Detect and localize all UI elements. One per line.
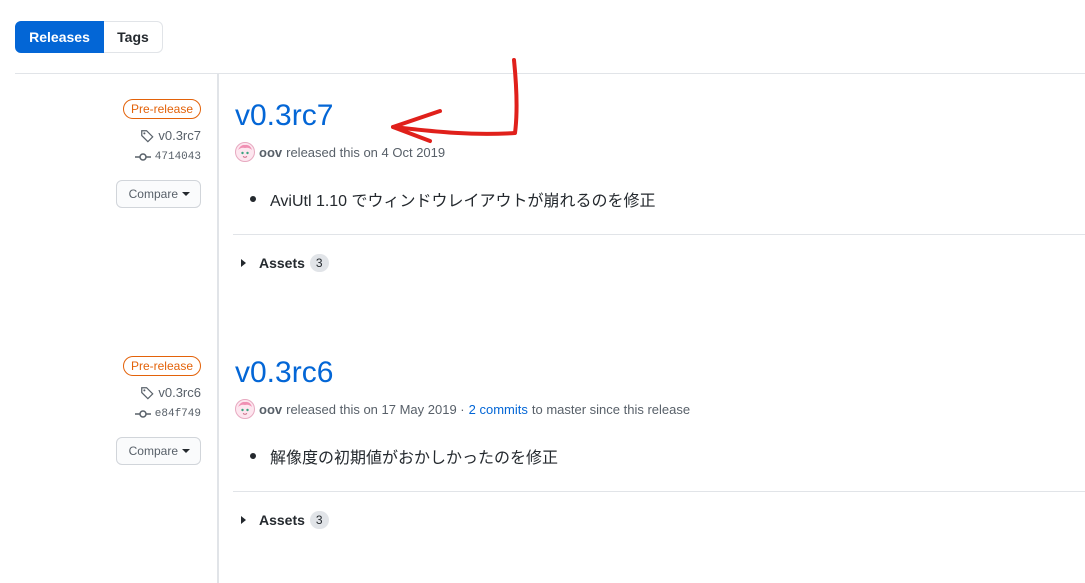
release-divider [233, 491, 1085, 492]
author-link[interactable]: oov [259, 402, 282, 417]
commits-link[interactable]: 2 commits [469, 402, 528, 417]
annotation-arrow-head [391, 109, 442, 143]
bullet-icon [250, 453, 256, 459]
caret-down-icon [182, 192, 190, 196]
release-note: 解像度の初期値がおかしかったのを修正 [250, 444, 558, 468]
annotation-arrow-stroke [391, 58, 519, 136]
prerelease-badge: Pre-release [122, 99, 201, 119]
caret-down-icon [182, 449, 190, 453]
commit-sha: e84f749 [154, 408, 201, 420]
release-sidebar: Pre-release v0.3rc7 4714043 Compare [115, 99, 201, 208]
released-text: released this on 4 Oct 2019 [286, 144, 446, 160]
release-note-text: 解像度の初期値がおかしかったのを修正 [270, 450, 559, 467]
timeline-line [217, 73, 219, 583]
tab-releases[interactable]: Releases [15, 21, 104, 53]
commit-link[interactable]: e84f749 [134, 408, 201, 420]
assets-toggle[interactable]: Assets 3 [241, 511, 329, 529]
triangle-right-icon [241, 259, 246, 267]
tag-name: v0.3rc7 [158, 128, 201, 143]
tag-name: v0.3rc6 [158, 385, 201, 400]
assets-toggle[interactable]: Assets 3 [241, 254, 329, 272]
prerelease-badge: Pre-release [122, 356, 201, 376]
assets-label: Assets [259, 255, 305, 271]
commit-icon [134, 153, 151, 161]
annotation-arrow [391, 58, 519, 143]
tag-icon [141, 386, 154, 400]
release-sidebar: Pre-release v0.3rc6 e84f749 Compare [115, 356, 201, 465]
release-title[interactable]: v0.3rc6 [235, 356, 333, 390]
release-note-text: AviUtl 1.10 でウィンドウレイアウトが崩れるのを修正 [270, 193, 656, 210]
released-text: released this on 17 May 2019 · [286, 401, 465, 417]
tab-tags[interactable]: Tags [104, 21, 163, 53]
tag-link[interactable]: v0.3rc7 [140, 128, 201, 143]
release-tabs: Releases Tags [15, 21, 163, 53]
release-meta: oov released this on 4 Oct 2019 [235, 142, 445, 162]
avatar[interactable] [235, 142, 255, 162]
release-divider [233, 234, 1085, 235]
commits-suffix: to master since this release [531, 401, 691, 417]
release-meta: oov released this on 17 May 2019 · 2 com… [235, 399, 690, 419]
compare-button[interactable]: Compare [115, 437, 201, 465]
release-title[interactable]: v0.3rc7 [235, 99, 333, 133]
compare-label: Compare [128, 444, 178, 458]
assets-label: Assets [259, 512, 305, 528]
tag-link[interactable]: v0.3rc6 [140, 385, 201, 400]
release-note: AviUtl 1.10 でウィンドウレイアウトが崩れるのを修正 [250, 187, 656, 211]
author-link[interactable]: oov [259, 145, 282, 160]
compare-button[interactable]: Compare [115, 180, 201, 208]
avatar[interactable] [235, 399, 255, 419]
top-divider [15, 73, 1085, 74]
tag-icon [141, 129, 154, 143]
bullet-icon [250, 196, 256, 202]
assets-count-badge: 3 [309, 511, 329, 529]
triangle-right-icon [241, 516, 246, 524]
assets-count-badge: 3 [309, 254, 329, 272]
compare-label: Compare [128, 187, 178, 201]
commit-icon [134, 410, 151, 418]
commit-link[interactable]: 4714043 [134, 151, 201, 163]
commit-sha: 4714043 [154, 151, 201, 163]
